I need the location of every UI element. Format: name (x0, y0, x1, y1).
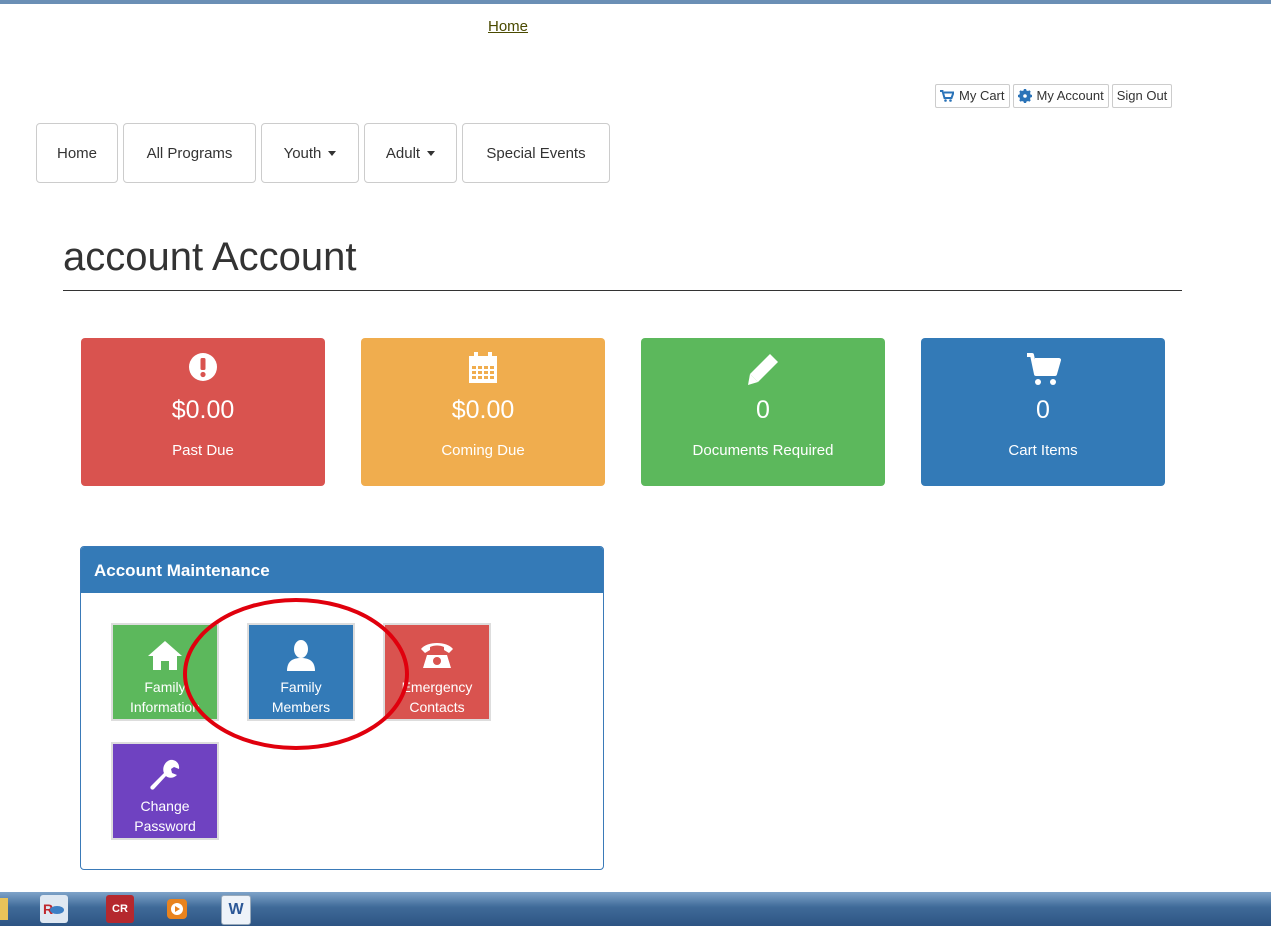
home-icon (148, 641, 182, 670)
user-icon (287, 640, 315, 671)
my-account-label: My Account (1036, 88, 1104, 103)
change-password-line2: Password (134, 818, 196, 834)
account-toolbar: My Cart My Account Sign Out (935, 84, 1173, 108)
past-due-value: $0.00 (171, 396, 235, 424)
change-password-tile[interactable]: Change Password (111, 742, 219, 840)
taskbar-app-cr-icon[interactable]: CR (106, 895, 134, 923)
past-due-label: Past Due (172, 442, 234, 459)
emergency-contacts-tile[interactable]: Emergency Contacts (383, 623, 491, 721)
my-account-button[interactable]: My Account (1012, 84, 1109, 108)
cart-items-value: 0 (1036, 396, 1050, 424)
nav-adult-label: Adult (385, 144, 421, 162)
nav-home-label: Home (56, 144, 97, 162)
cart-items-label: Cart Items (1008, 442, 1078, 459)
caret-down-icon (427, 150, 436, 156)
sign-out-label: Sign Out (1116, 88, 1168, 103)
caret-down-icon (328, 150, 337, 156)
taskbar-app-cr-label: CR (112, 903, 128, 915)
page-title: account Account (63, 235, 357, 279)
family-information-tile[interactable]: Family Information (111, 623, 219, 721)
taskbar-app-media-icon[interactable] (163, 895, 191, 923)
family-members-line1: Family (280, 679, 322, 695)
nav-youth-label: Youth (283, 144, 322, 162)
emergency-contacts-line1: Emergency (401, 679, 473, 695)
coming-due-label: Coming Due (441, 442, 525, 459)
coming-due-card[interactable]: $0.00 Coming Due (361, 338, 605, 486)
cart-icon (1027, 353, 1061, 385)
taskbar-app-rc-icon[interactable]: R (40, 895, 68, 923)
sign-out-button[interactable]: Sign Out (1111, 84, 1173, 108)
wrench-icon (150, 759, 180, 790)
account-maintenance-heading: Account Maintenance (81, 547, 603, 593)
coming-due-value: $0.00 (451, 396, 515, 424)
documents-required-value: 0 (756, 396, 770, 424)
top-border (0, 0, 1271, 4)
emergency-contacts-line2: Contacts (409, 699, 465, 715)
past-due-card[interactable]: $0.00 Past Due (81, 338, 325, 486)
my-cart-label: My Cart (959, 88, 1005, 103)
family-information-line1: Family (144, 679, 186, 695)
taskbar-edge-icon (0, 898, 8, 920)
family-members-line2: Members (271, 699, 331, 715)
pencil-icon (748, 354, 778, 385)
title-divider (63, 290, 1182, 291)
documents-required-card[interactable]: 0 Documents Required (641, 338, 885, 486)
family-information-line2: Information (129, 699, 201, 715)
gear-icon (1017, 89, 1032, 103)
nav-home[interactable]: Home (36, 123, 118, 183)
os-taskbar: R CR W (0, 892, 1271, 926)
nav-special-events[interactable]: Special Events (462, 123, 610, 183)
cart-items-card[interactable]: 0 Cart Items (921, 338, 1165, 486)
my-cart-button[interactable]: My Cart (935, 84, 1010, 108)
calendar-icon (469, 352, 497, 383)
nav-all-programs-label: All Programs (146, 144, 233, 162)
documents-required-label: Documents Required (692, 442, 834, 459)
family-members-tile[interactable]: Family Members (247, 623, 355, 721)
nav-all-programs[interactable]: All Programs (123, 123, 256, 183)
nav-youth[interactable]: Youth (261, 123, 359, 183)
taskbar-app-word-label: W (228, 901, 244, 918)
cart-icon (940, 90, 954, 102)
nav-special-events-label: Special Events (486, 144, 586, 162)
main-nav: Home All Programs Youth Adult Special Ev… (36, 123, 610, 183)
home-link[interactable]: Home (488, 18, 528, 35)
exclamation-icon (189, 353, 217, 381)
taskbar-app-word-icon[interactable]: W (221, 895, 251, 925)
nav-adult[interactable]: Adult (364, 123, 457, 183)
phone-icon (421, 643, 453, 668)
change-password-line1: Change (140, 798, 190, 814)
